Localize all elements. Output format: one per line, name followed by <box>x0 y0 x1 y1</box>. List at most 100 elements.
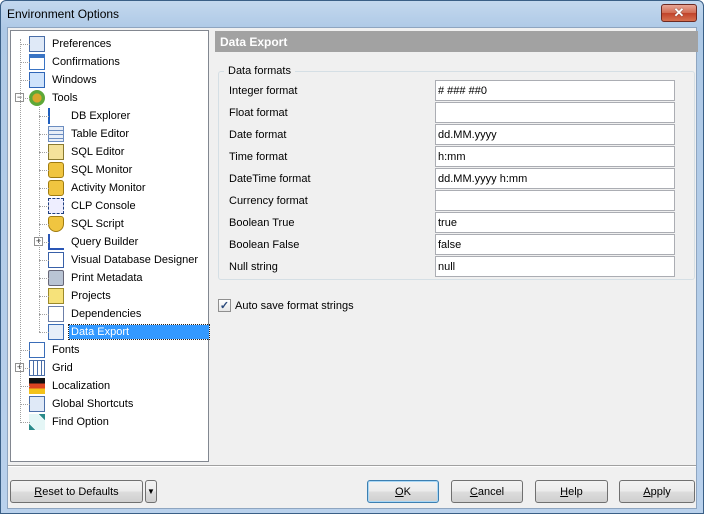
tree-item-label: Print Metadata <box>71 272 143 284</box>
tree-connector <box>20 62 30 63</box>
field-label: Boolean False <box>229 239 300 251</box>
auto-save-checkbox-row[interactable]: ✓ Auto save format strings <box>218 299 354 312</box>
confirmations-icon <box>29 54 45 70</box>
field-label: Date format <box>229 129 287 141</box>
field-label: DateTime format <box>229 173 311 185</box>
tree-item-data-export[interactable]: Data Export <box>48 323 210 341</box>
environment-options-window: Environment Options ✕ Preferences Confirm… <box>0 0 704 514</box>
tree-item-find-option[interactable]: Find Option <box>29 413 111 431</box>
tree-item-label: SQL Script <box>71 218 124 230</box>
time-format-input[interactable] <box>435 146 675 167</box>
projects-icon <box>48 288 64 304</box>
tree-connector <box>39 296 49 297</box>
sql-editor-icon <box>48 144 64 160</box>
tree-item-label: CLP Console <box>71 200 136 212</box>
dependencies-icon <box>48 306 64 322</box>
mnemonic: C <box>469 485 478 498</box>
fonts-icon <box>29 342 45 358</box>
mnemonic: O <box>395 485 404 498</box>
window-title: Environment Options <box>7 7 120 21</box>
tree-connector <box>39 260 49 261</box>
tree-item-localization[interactable]: Localization <box>29 377 112 395</box>
field-label: Integer format <box>229 85 298 97</box>
help-button[interactable]: Help <box>535 480 608 503</box>
tree-connector <box>39 224 49 225</box>
tree-item-query-builder[interactable]: Query Builder <box>48 233 140 251</box>
panel-header: Data Export <box>215 31 698 52</box>
preferences-icon <box>29 36 45 52</box>
tree-item-label: Global Shortcuts <box>52 398 134 410</box>
localization-icon <box>29 378 45 394</box>
tree-item-db-explorer[interactable]: DB Explorer <box>48 107 132 125</box>
tree-connector <box>20 44 30 45</box>
tree-item-grid[interactable]: Grid <box>29 359 75 377</box>
ok-button[interactable]: OK <box>367 480 439 503</box>
tree-item-windows[interactable]: Windows <box>29 71 99 89</box>
tree-connector <box>39 188 49 189</box>
integer-format-input[interactable] <box>435 80 675 101</box>
visual-database-designer-icon <box>48 252 64 268</box>
tree-connector <box>39 134 49 135</box>
options-tree[interactable]: Preferences Confirmations Windows Tools − DB … <box>10 30 210 462</box>
data-export-panel: Data Export Data formats Integer format F… <box>215 30 698 464</box>
auto-save-label: Auto save format strings <box>235 299 354 312</box>
tree-item-activity-monitor[interactable]: Activity Monitor <box>48 179 148 197</box>
find-option-icon <box>29 414 45 430</box>
tree-connector <box>39 278 49 279</box>
tree-item-preferences[interactable]: Preferences <box>29 35 113 53</box>
tree-item-label: Grid <box>52 362 73 374</box>
reset-to-defaults-button[interactable]: Reset to Defaults <box>10 480 143 503</box>
close-button[interactable]: ✕ <box>661 4 697 22</box>
tree-item-sql-script[interactable]: SQL Script <box>48 215 126 233</box>
null-string-input[interactable] <box>435 256 675 277</box>
tree-connector <box>39 170 49 171</box>
tree-item-label: Data Export <box>68 324 210 340</box>
button-label: eset to Defaults <box>42 485 119 498</box>
float-format-input[interactable] <box>435 102 675 123</box>
reset-dropdown-button[interactable]: ▼ <box>145 480 157 503</box>
tree-item-visual-database-designer[interactable]: Visual Database Designer <box>48 251 200 269</box>
button-label: pply <box>650 485 671 498</box>
tree-item-global-shortcuts[interactable]: Global Shortcuts <box>29 395 135 413</box>
currency-format-input[interactable] <box>435 190 675 211</box>
separator <box>8 465 696 467</box>
tree-item-label: Localization <box>52 380 111 392</box>
tree-connector <box>39 107 40 332</box>
boolean-false-input[interactable] <box>435 234 675 255</box>
tree-item-table-editor[interactable]: Table Editor <box>48 125 131 143</box>
data-formats-group: Data formats Integer format Float format D… <box>218 65 695 280</box>
tree-connector <box>20 350 30 351</box>
button-label: elp <box>568 485 583 498</box>
tree-item-print-metadata[interactable]: Print Metadata <box>48 269 145 287</box>
tree-item-label: Table Editor <box>71 128 130 140</box>
mnemonic: A <box>643 485 651 498</box>
date-format-input[interactable] <box>435 124 675 145</box>
field-label: Boolean True <box>229 217 295 229</box>
tree-item-fonts[interactable]: Fonts <box>29 341 82 359</box>
tree-item-sql-monitor[interactable]: SQL Monitor <box>48 161 134 179</box>
dialog-client-area: Preferences Confirmations Windows Tools − DB … <box>7 27 698 509</box>
tree-connector <box>39 206 49 207</box>
tree-item-projects[interactable]: Projects <box>48 287 113 305</box>
apply-button[interactable]: Apply <box>619 480 695 503</box>
tools-icon <box>29 90 45 106</box>
tree-item-label: Projects <box>71 290 111 302</box>
tree-item-clp-console[interactable]: CLP Console <box>48 197 138 215</box>
windows-icon <box>29 72 45 88</box>
auto-save-checkbox[interactable]: ✓ <box>218 299 231 312</box>
tree-connector <box>20 404 30 405</box>
tree-item-sql-editor[interactable]: SQL Editor <box>48 143 126 161</box>
tree-item-dependencies[interactable]: Dependencies <box>48 305 143 323</box>
button-label: K <box>403 485 411 498</box>
cancel-button[interactable]: Cancel <box>451 480 523 503</box>
boolean-true-input[interactable] <box>435 212 675 233</box>
close-icon: ✕ <box>673 5 685 20</box>
clp-console-icon <box>48 198 64 214</box>
global-shortcuts-icon <box>29 396 45 412</box>
tree-item-confirmations[interactable]: Confirmations <box>29 53 122 71</box>
tree-item-label: Windows <box>52 74 97 86</box>
datetime-format-input[interactable] <box>435 168 675 189</box>
tree-item-label: Dependencies <box>71 308 142 320</box>
tree-item-tools[interactable]: Tools <box>29 89 80 107</box>
sql-monitor-icon <box>48 162 64 178</box>
